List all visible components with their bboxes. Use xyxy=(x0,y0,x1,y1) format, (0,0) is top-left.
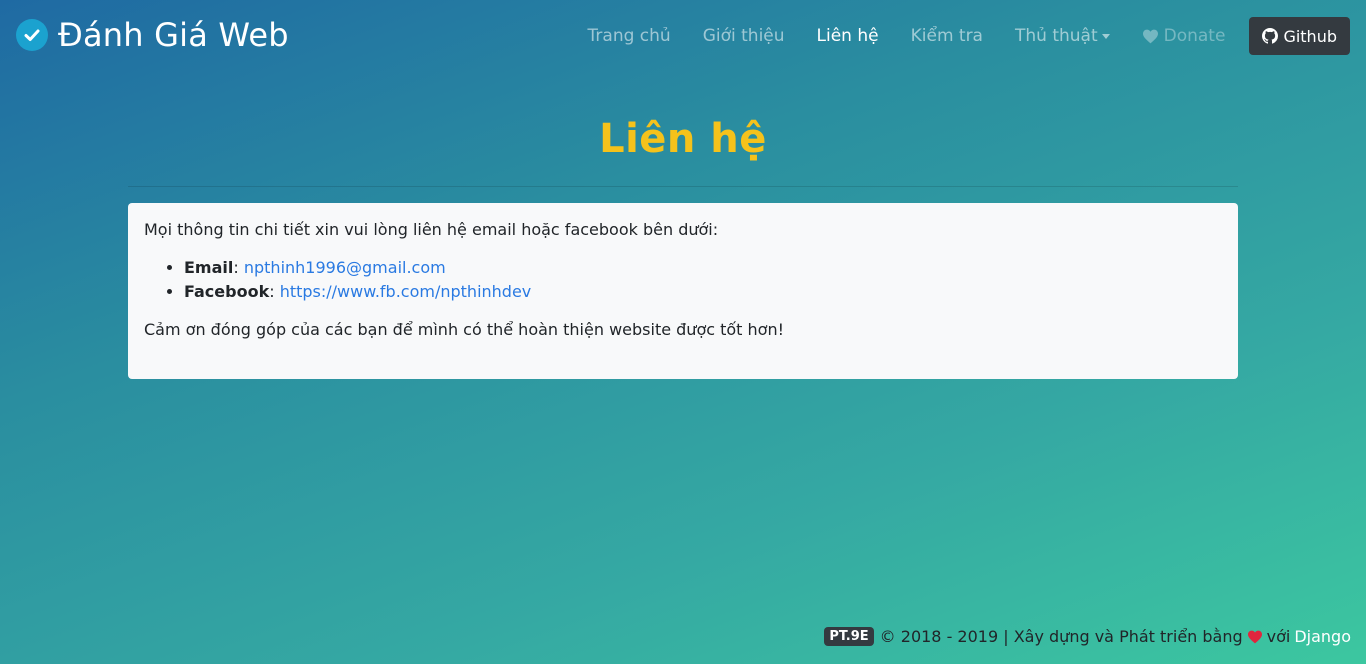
contact-list: Email: npthinh1996@gmail.com Facebook: h… xyxy=(184,256,1222,304)
check-circle-icon xyxy=(16,19,48,51)
github-button[interactable]: Github xyxy=(1249,17,1350,55)
github-icon xyxy=(1262,28,1279,44)
list-item-facebook: Facebook: https://www.fb.com/npthinhdev xyxy=(184,280,1222,304)
list-item-email: Email: npthinh1996@gmail.com xyxy=(184,256,1222,280)
caret-down-icon xyxy=(1101,33,1110,39)
contact-card: Mọi thông tin chi tiết xin vui lòng liên… xyxy=(128,203,1238,379)
contact-intro: Mọi thông tin chi tiết xin vui lòng liên… xyxy=(144,220,719,239)
nav-menu: Trang chủ Giới thiệu Liên hệ Kiểm tra Th… xyxy=(572,17,1350,55)
brand-link[interactable]: Đánh Giá Web xyxy=(16,16,289,54)
nav-dropdown-tips-label: Thủ thuật xyxy=(1014,26,1098,46)
nav-dropdown-tips[interactable]: Thủ thuật xyxy=(999,26,1126,46)
nav-link-about[interactable]: Giới thiệu xyxy=(687,26,801,46)
thanks-text: Cảm ơn đóng góp của các bạn để mình có t… xyxy=(144,320,785,339)
nav-link-home[interactable]: Trang chủ xyxy=(572,26,687,46)
nav-link-donate-label: Donate xyxy=(1163,26,1226,46)
title-divider xyxy=(128,186,1238,187)
footer-with: với xyxy=(1266,627,1291,646)
heart-icon xyxy=(1142,29,1158,43)
version-badge: PT.9E xyxy=(824,627,874,646)
page-title: Liên hệ xyxy=(599,116,767,162)
django-link[interactable]: Django xyxy=(1294,627,1351,646)
footer: PT.9E © 2018 - 2019 | Xây dựng và Phát t… xyxy=(824,627,1351,646)
nav-link-check[interactable]: Kiểm tra xyxy=(895,26,999,46)
github-button-label: Github xyxy=(1283,26,1337,46)
facebook-label: Facebook xyxy=(184,282,270,301)
nav-link-contact[interactable]: Liên hệ xyxy=(801,26,895,46)
nav-link-donate[interactable]: Donate xyxy=(1126,26,1242,46)
email-link[interactable]: npthinh1996@gmail.com xyxy=(244,258,446,277)
footer-text: © 2018 - 2019 | Xây dựng và Phát triển b… xyxy=(879,627,1243,646)
email-label: Email xyxy=(184,258,234,277)
navbar: Đánh Giá Web Trang chủ Giới thiệu Liên h… xyxy=(0,0,1366,72)
heart-icon xyxy=(1247,630,1263,644)
brand-title: Đánh Giá Web xyxy=(58,16,289,54)
facebook-link[interactable]: https://www.fb.com/npthinhdev xyxy=(280,282,532,301)
